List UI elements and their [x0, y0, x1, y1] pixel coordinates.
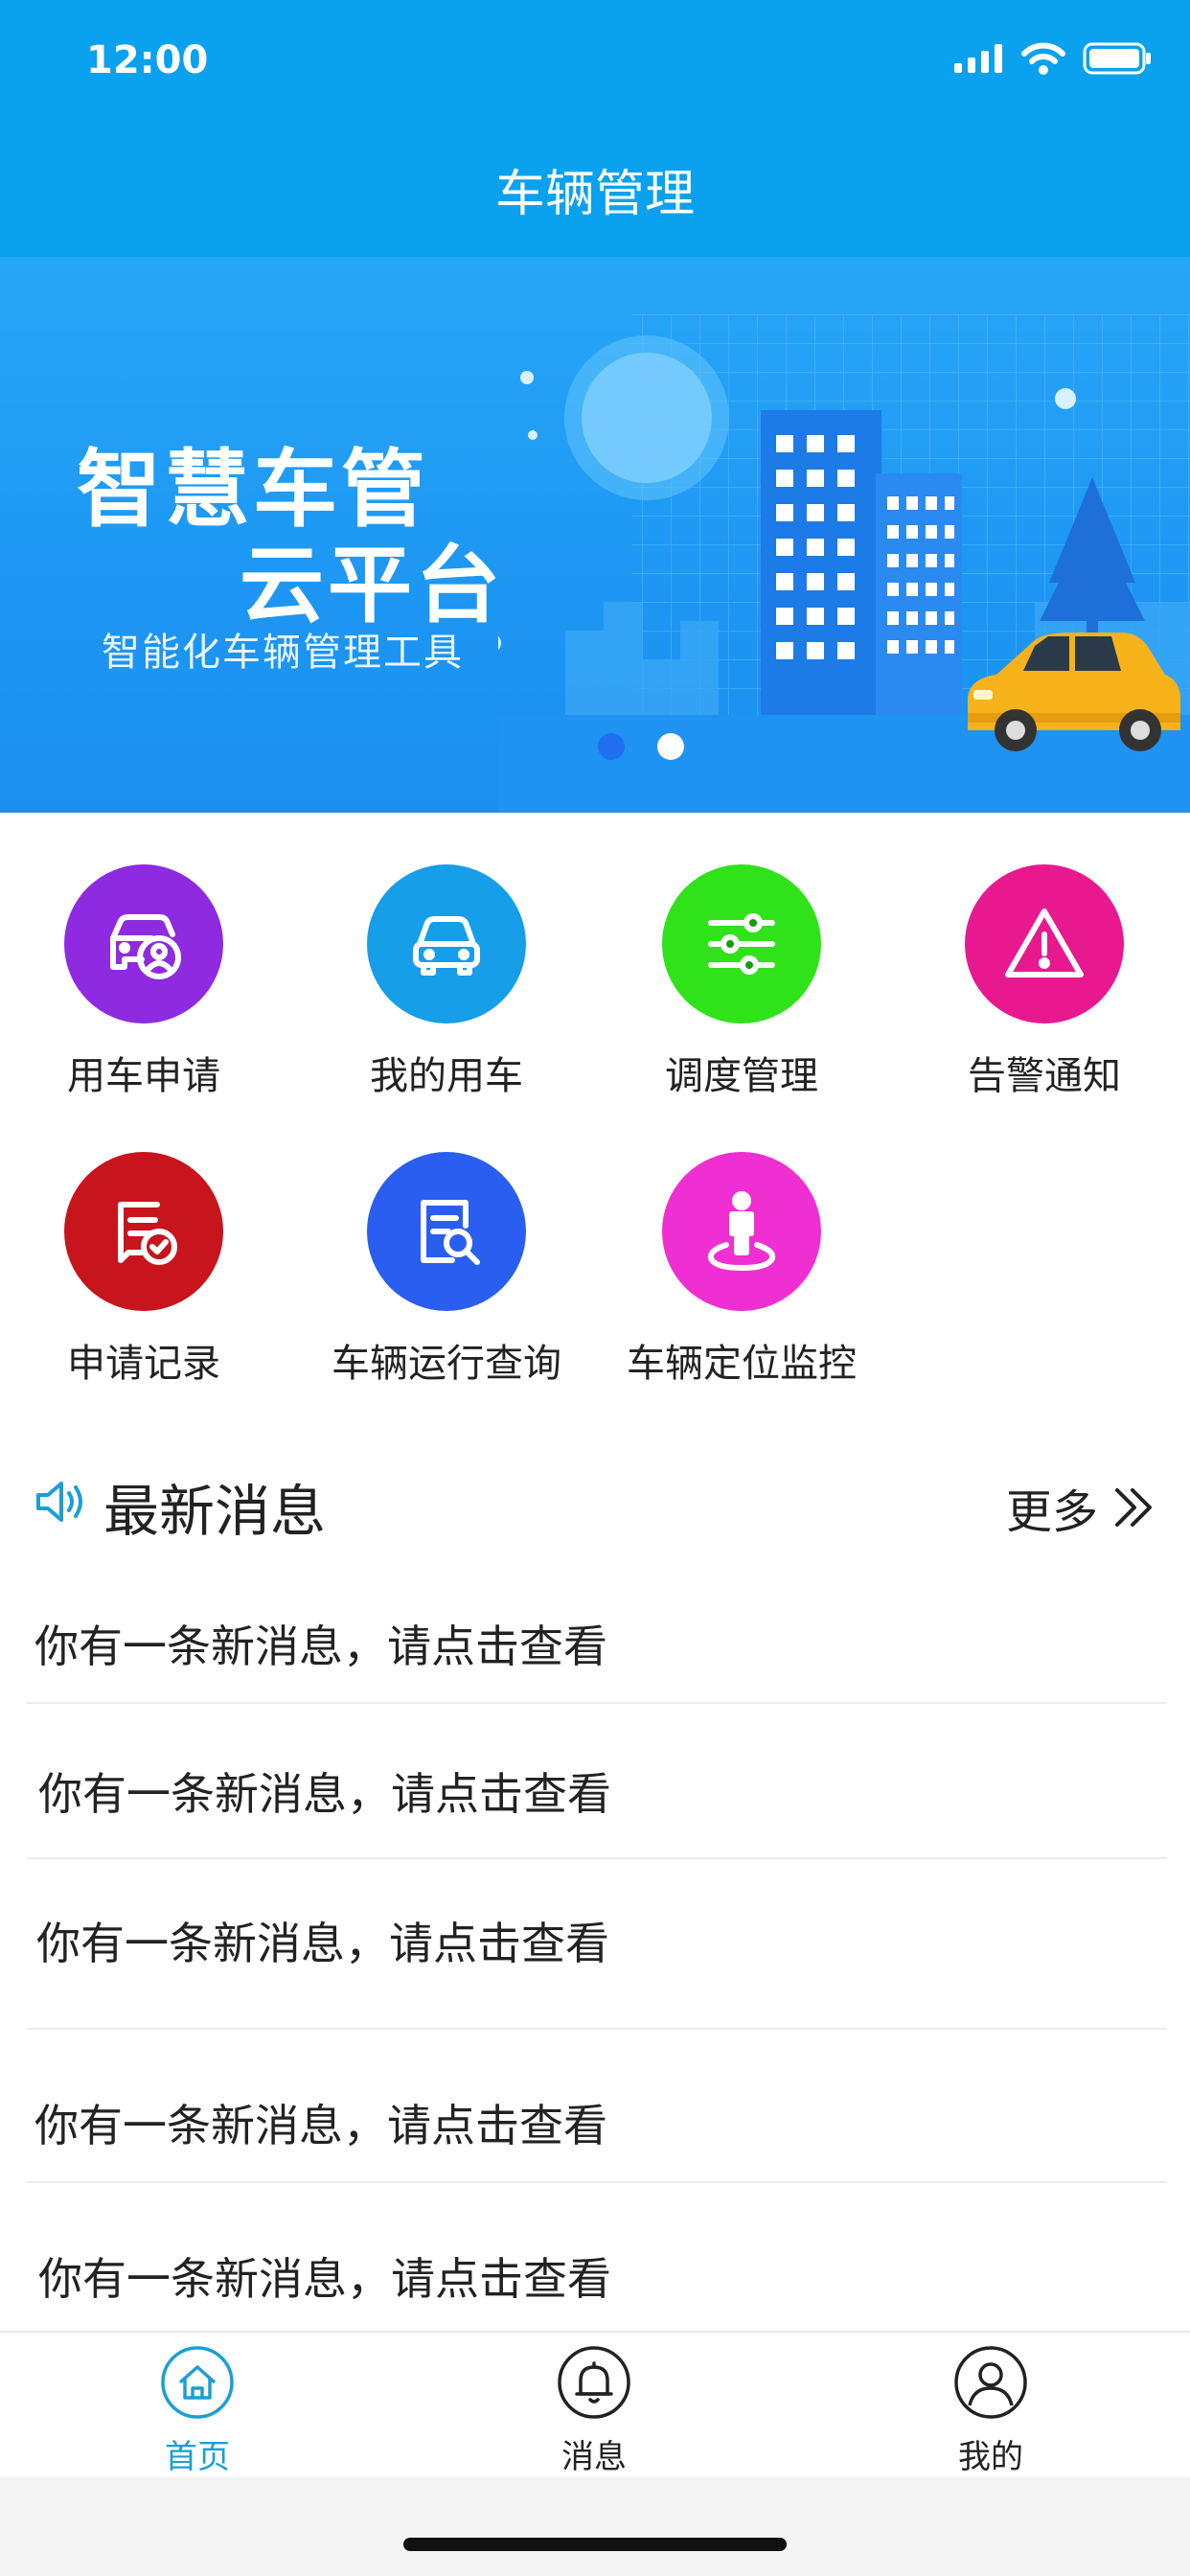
news-header: 最新消息 更多 [34, 1457, 1156, 1544]
carousel-dot-2[interactable] [657, 733, 684, 760]
document-check-icon [64, 1152, 223, 1311]
menu-label: 告警通知 [968, 1054, 1121, 1098]
promo-banner[interactable]: 智慧车管 云平台 智能化车辆管理工具 [0, 257, 1190, 813]
location-person-icon [662, 1152, 821, 1311]
page-title: 车辆管理 [494, 166, 695, 223]
more-button[interactable]: 更多 [1006, 1474, 1156, 1541]
tab-label: 首页 [165, 2438, 230, 2476]
car-icon [367, 864, 526, 1024]
sliders-icon [662, 864, 821, 1024]
menu-label: 车辆定位监控 [627, 1342, 857, 1386]
news-item[interactable]: 你有一条新消息，请点击查看 [27, 2183, 1167, 2331]
tab-label: 我的 [958, 2438, 1023, 2476]
menu-item-dispatch[interactable]: 调度管理 [598, 864, 885, 1114]
banner-subtitle: 智能化车辆管理工具 [102, 631, 464, 675]
menu-item-application-records[interactable]: 申请记录 [0, 1152, 287, 1401]
menu-item-my-vehicles[interactable]: 我的用车 [303, 864, 590, 1114]
menu-label: 用车申请 [67, 1054, 220, 1098]
home-indicator[interactable] [403, 2538, 787, 2551]
menu-item-vehicle-run-query[interactable]: 车辆运行查询 [303, 1152, 590, 1401]
news-title: 最新消息 [103, 1479, 327, 1544]
home-indicator-area [0, 2476, 1190, 2576]
menu-label: 我的用车 [370, 1054, 523, 1098]
battery-icon [1083, 42, 1151, 75]
menu-label: 申请记录 [67, 1342, 220, 1386]
news-item[interactable]: 你有一条新消息，请点击查看 [27, 2030, 1167, 2183]
warning-icon [965, 864, 1124, 1024]
carousel-dot-1[interactable] [598, 733, 625, 760]
tab-home[interactable]: 首页 [92, 2344, 303, 2477]
city-car-illustration [498, 314, 1190, 813]
news-item[interactable]: 你有一条新消息，请点击查看 [27, 1859, 1167, 2030]
news-item[interactable]: 你有一条新消息，请点击查看 [27, 1704, 1167, 1859]
car-user-icon [64, 864, 223, 1024]
bell-icon [558, 2346, 630, 2419]
wifi-icon [1021, 42, 1065, 75]
tab-messages[interactable]: 消息 [489, 2344, 699, 2477]
user-icon [954, 2346, 1027, 2419]
news-item[interactable]: 你有一条新消息，请点击查看 [27, 1566, 1167, 1704]
carousel-indicator[interactable] [598, 733, 684, 760]
tab-profile[interactable]: 我的 [885, 2344, 1096, 2477]
menu-label: 调度管理 [665, 1054, 818, 1098]
app-header: 12:00 车辆管理 [0, 0, 1190, 257]
menu-item-vehicle-location[interactable]: 车辆定位监控 [598, 1152, 885, 1401]
bottom-tab-bar: 首页 消息 我的 [0, 2331, 1190, 2476]
speaker-icon [36, 1482, 82, 1522]
signal-icon [954, 44, 1002, 73]
document-search-icon [367, 1152, 526, 1311]
more-label: 更多 [1005, 1485, 1098, 1539]
tab-label: 消息 [561, 2438, 627, 2476]
double-chevron-right-icon [1115, 1488, 1152, 1527]
menu-item-alert[interactable]: 告警通知 [901, 864, 1188, 1114]
status-time: 12:00 [86, 38, 209, 82]
home-icon [161, 2346, 234, 2419]
menu-item-vehicle-request[interactable]: 用车申请 [0, 864, 287, 1114]
status-icons [954, 42, 1152, 75]
menu-label: 车辆运行查询 [332, 1342, 561, 1386]
